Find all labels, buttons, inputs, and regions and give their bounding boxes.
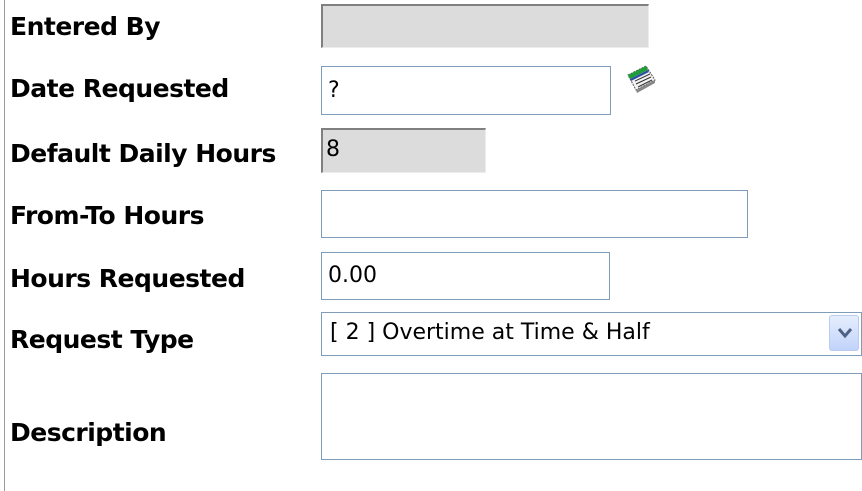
default-daily-hours-label: Default Daily Hours	[10, 139, 276, 168]
hours-requested-label: Hours Requested	[10, 264, 245, 293]
date-requested-label: Date Requested	[10, 74, 229, 103]
entered-by-field	[321, 4, 649, 48]
request-type-value: [ 2 ] Overtime at Time & Half	[330, 320, 650, 345]
default-daily-hours-field: 8	[321, 128, 486, 173]
calendar-icon[interactable]	[624, 62, 658, 96]
entered-by-label: Entered By	[10, 12, 161, 41]
description-label: Description	[10, 418, 167, 447]
date-requested-input[interactable]: ?	[321, 66, 611, 115]
description-textarea[interactable]	[321, 373, 862, 460]
dropdown-button[interactable]	[829, 315, 859, 351]
left-divider	[4, 0, 5, 491]
hours-requested-input[interactable]: 0.00	[321, 252, 610, 300]
request-type-label: Request Type	[10, 325, 194, 354]
from-to-hours-label: From-To Hours	[10, 201, 204, 230]
chevron-down-icon	[837, 328, 853, 339]
request-type-select[interactable]: [ 2 ] Overtime at Time & Half	[321, 312, 862, 356]
from-to-hours-input[interactable]	[321, 190, 748, 238]
